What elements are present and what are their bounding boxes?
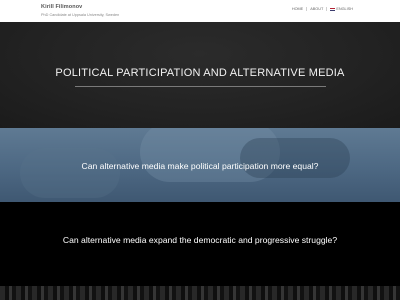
hero-divider bbox=[75, 86, 326, 87]
nav-about[interactable]: About bbox=[306, 7, 326, 11]
site-title[interactable]: Kirill Filimonov bbox=[41, 4, 82, 10]
hero-title: POLITICAL PARTICIPATION AND ALTERNATIVE … bbox=[55, 67, 345, 79]
nav-language-label: English bbox=[336, 7, 353, 11]
main-nav: Home About English bbox=[289, 7, 356, 11]
nav-home[interactable]: Home bbox=[289, 7, 306, 11]
question-1: Can alternative media make political par… bbox=[81, 161, 319, 171]
nav-language[interactable]: English bbox=[326, 7, 356, 11]
background-shape bbox=[240, 138, 350, 178]
footer-image-strip bbox=[0, 286, 400, 300]
question-section: Can alternative media expand the democra… bbox=[0, 202, 400, 286]
background-image bbox=[0, 286, 400, 300]
flag-icon bbox=[330, 7, 336, 11]
hero-section: POLITICAL PARTICIPATION AND ALTERNATIVE … bbox=[0, 22, 400, 128]
background-shape bbox=[20, 148, 120, 198]
site-header: Kirill Filimonov PhD Candidate at Uppsal… bbox=[0, 0, 400, 22]
question-band: Can alternative media make political par… bbox=[0, 128, 400, 202]
site-subtitle: PhD Candidate at Uppsala University, Swe… bbox=[41, 13, 120, 17]
question-2: Can alternative media expand the democra… bbox=[62, 235, 338, 245]
